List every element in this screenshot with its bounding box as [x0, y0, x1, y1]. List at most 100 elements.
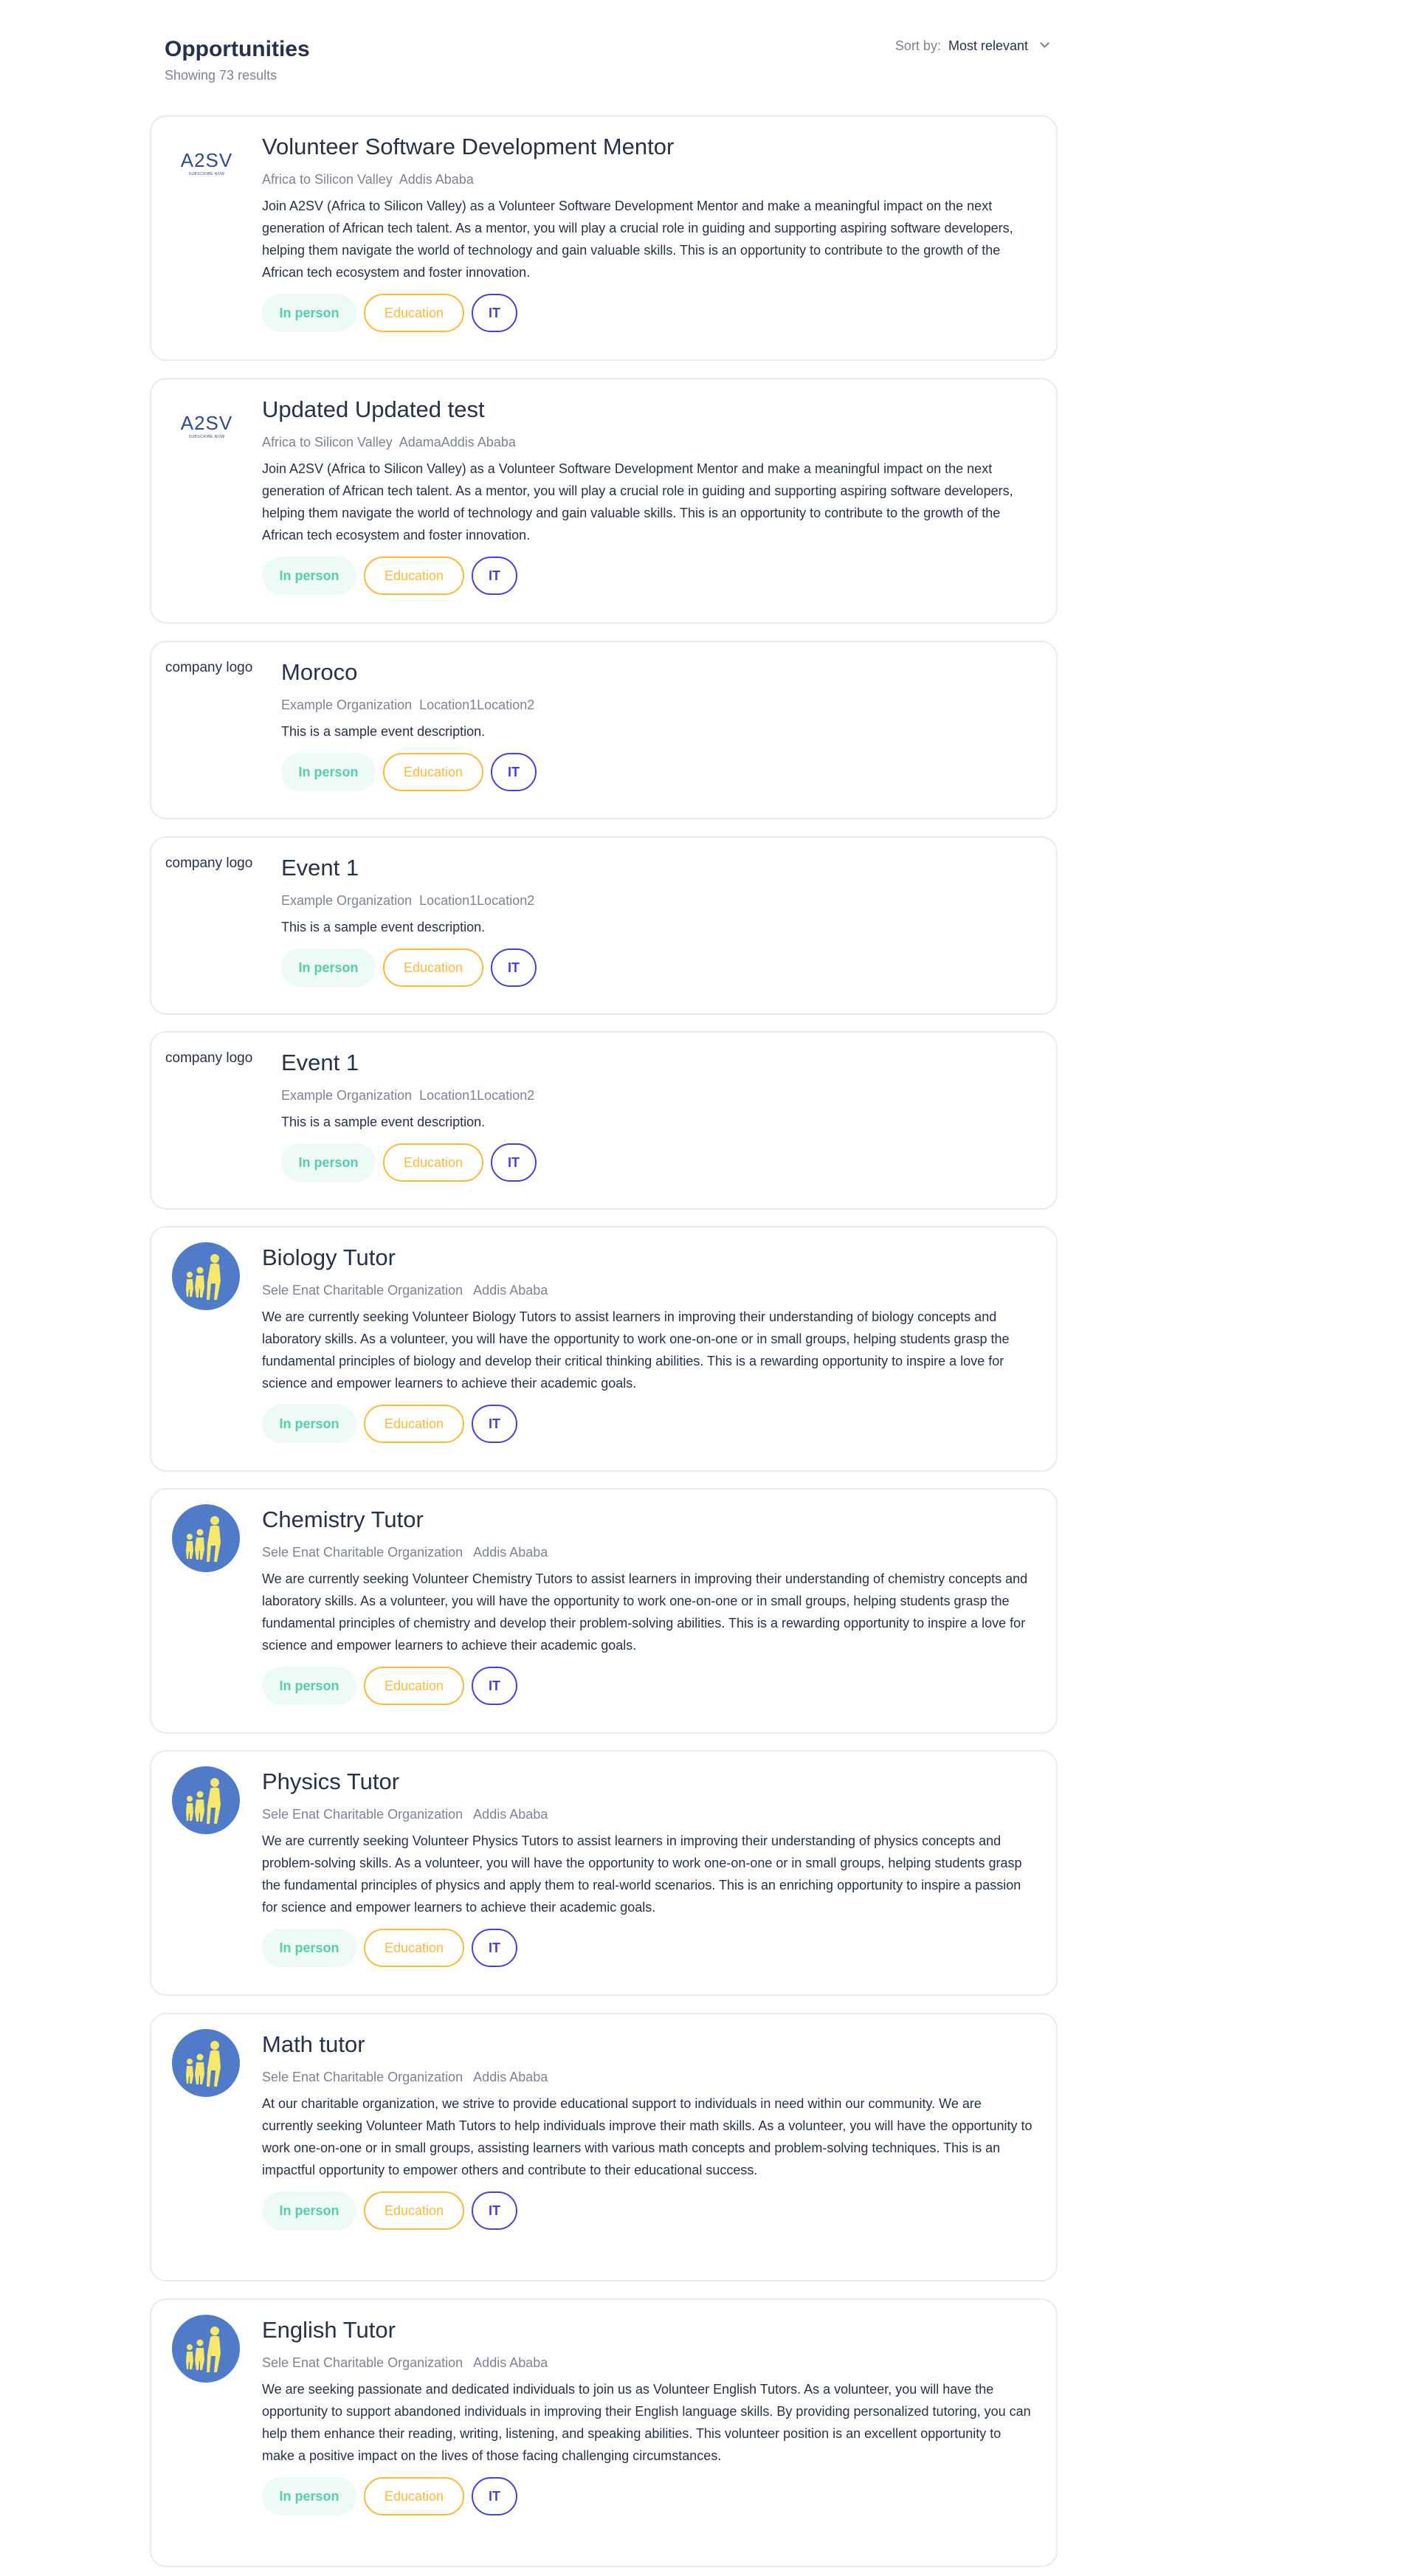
- a2sv-logo: A2SV SUBSCRIBE NOW: [181, 413, 233, 439]
- opportunity-meta: Sele Enat Charitable Organization Addis …: [262, 1807, 548, 1822]
- opportunity-title[interactable]: Volunteer Software Development Mentor: [262, 131, 1035, 162]
- opportunity-meta: Sele Enat Charitable Organization Addis …: [262, 1283, 548, 1298]
- tag-education: Education: [364, 1405, 464, 1443]
- opportunity-title[interactable]: Math tutor: [262, 2029, 1035, 2060]
- opportunity-title[interactable]: Event 1: [281, 1047, 1035, 1078]
- opportunity-title[interactable]: Moroco: [281, 657, 1035, 688]
- opportunity-card[interactable]: company logo Event 1 Example Organizatio…: [150, 836, 1058, 1015]
- opportunity-card[interactable]: Physics Tutor Sele Enat Charitable Organ…: [150, 1750, 1058, 1996]
- sele-enat-logo: [172, 2029, 240, 2097]
- tag-in-person: In person: [281, 753, 376, 791]
- sele-enat-logo: [172, 1242, 240, 1310]
- opportunity-meta: Example Organization Location1Location2: [281, 893, 535, 908]
- tag-education: Education: [364, 2191, 464, 2230]
- opportunities-page: Opportunities Showing 73 results Sort by…: [0, 0, 1417, 2576]
- opportunity-description: This is a sample event description.: [281, 1115, 486, 1129]
- sort-value[interactable]: Most relevant: [948, 35, 1028, 56]
- tag-in-person: In person: [281, 1143, 376, 1182]
- broken-image-icon: company logo: [165, 660, 253, 675]
- tag-it: IT: [472, 1667, 517, 1705]
- tag-in-person: In person: [262, 2477, 356, 2515]
- opportunity-title[interactable]: Biology Tutor: [262, 1242, 1035, 1273]
- tag-it: IT: [491, 948, 537, 987]
- tag-it: IT: [472, 2191, 517, 2230]
- tag-list: In person Education IT: [281, 948, 1035, 987]
- opportunity-meta: Example Organization Location1Location2: [281, 698, 535, 712]
- opportunity-title[interactable]: Updated Updated test: [262, 394, 1035, 425]
- opportunity-card[interactable]: English Tutor Sele Enat Charitable Organ…: [150, 2298, 1058, 2567]
- tag-list: In person Education IT: [281, 1143, 1035, 1182]
- opportunity-card[interactable]: Biology Tutor Sele Enat Charitable Organ…: [150, 1226, 1058, 1472]
- opportunity-card[interactable]: Chemistry Tutor Sele Enat Charitable Org…: [150, 1488, 1058, 1734]
- opportunity-card[interactable]: A2SV SUBSCRIBE NOW Volunteer Software De…: [150, 115, 1058, 361]
- tag-in-person: In person: [262, 1405, 356, 1443]
- a2sv-logo: A2SV SUBSCRIBE NOW: [181, 151, 233, 176]
- sele-enat-logo: [172, 2315, 240, 2383]
- opportunity-card[interactable]: Math tutor Sele Enat Charitable Organiza…: [150, 2013, 1058, 2281]
- tag-education: Education: [383, 948, 483, 987]
- sele-enat-logo: [172, 1766, 240, 1834]
- opportunity-card[interactable]: company logo Moroco Example Organization…: [150, 641, 1058, 819]
- tag-list: In person Education IT: [262, 2477, 1035, 2515]
- opportunity-description: We are currently seeking Volunteer Chemi…: [262, 1571, 1028, 1653]
- tag-it: IT: [472, 1929, 517, 1967]
- tag-list: In person Education IT: [262, 557, 1035, 595]
- tag-education: Education: [364, 2477, 464, 2515]
- opportunity-title[interactable]: Physics Tutor: [262, 1766, 1035, 1797]
- tag-in-person: In person: [262, 2191, 356, 2230]
- tag-it: IT: [472, 2477, 517, 2515]
- tag-in-person: In person: [262, 1929, 356, 1967]
- opportunity-meta: Sele Enat Charitable Organization Addis …: [262, 2070, 548, 2084]
- sort-label: Sort by:: [894, 38, 941, 53]
- tag-it: IT: [472, 294, 517, 332]
- tag-education: Education: [383, 1143, 483, 1182]
- opportunity-card[interactable]: company logo Event 1 Example Organizatio…: [150, 1031, 1058, 1210]
- tag-list: In person Education IT: [262, 1667, 1035, 1705]
- opportunity-meta: Africa to Silicon Valley AdamaAddis Abab…: [262, 435, 516, 450]
- tag-it: IT: [491, 753, 537, 791]
- opportunity-meta: Sele Enat Charitable Organization Addis …: [262, 1545, 548, 1560]
- broken-image-icon: company logo: [165, 1050, 253, 1066]
- opportunity-description: We are currently seeking Volunteer Physi…: [262, 1833, 1022, 1915]
- opportunity-title[interactable]: Event 1: [281, 853, 1035, 884]
- tag-list: In person Education IT: [262, 294, 1035, 332]
- sele-enat-logo: [172, 1504, 240, 1572]
- logo-wordmark: A2SV: [181, 151, 233, 171]
- sort-dropdown[interactable]: Sort by: Most relevant: [894, 35, 1049, 56]
- page-header: Opportunities Showing 73 results Sort by…: [165, 35, 1049, 87]
- opportunity-description: We are currently seeking Volunteer Biolo…: [262, 1309, 1010, 1391]
- broken-image-icon: company logo: [165, 855, 253, 871]
- opportunity-meta: Sele Enat Charitable Organization Addis …: [262, 2355, 548, 2370]
- logo-wordmark: A2SV: [181, 413, 233, 434]
- chevron-down-icon[interactable]: [1040, 38, 1049, 48]
- tag-it: IT: [491, 1143, 537, 1182]
- tag-education: Education: [364, 1929, 464, 1967]
- opportunity-title[interactable]: English Tutor: [262, 2315, 1035, 2346]
- tag-list: In person Education IT: [262, 1405, 1035, 1443]
- opportunity-description: This is a sample event description.: [281, 920, 486, 934]
- opportunity-meta: Africa to Silicon Valley Addis Ababa: [262, 172, 474, 187]
- opportunity-description: At our charitable organization, we striv…: [262, 2096, 1032, 2177]
- logo-tagline: SUBSCRIBE NOW: [188, 435, 224, 439]
- tag-education: Education: [364, 557, 464, 595]
- tag-list: In person Education IT: [262, 1929, 1035, 1967]
- tag-in-person: In person: [262, 294, 356, 332]
- tag-in-person: In person: [262, 1667, 356, 1705]
- tag-education: Education: [364, 294, 464, 332]
- tag-it: IT: [472, 557, 517, 595]
- opportunity-meta: Example Organization Location1Location2: [281, 1088, 535, 1103]
- tag-it: IT: [472, 1405, 517, 1443]
- opportunity-description: We are seeking passionate and dedicated …: [262, 2382, 1031, 2463]
- opportunity-card[interactable]: A2SV SUBSCRIBE NOW Updated Updated test …: [150, 378, 1058, 624]
- tag-education: Education: [364, 1667, 464, 1705]
- tag-in-person: In person: [262, 557, 356, 595]
- tag-education: Education: [383, 753, 483, 791]
- tag-list: In person Education IT: [262, 2191, 1035, 2230]
- results-count: Showing 73 results: [165, 68, 277, 83]
- opportunity-description: This is a sample event description.: [281, 724, 486, 739]
- tag-list: In person Education IT: [281, 753, 1035, 791]
- logo-tagline: SUBSCRIBE NOW: [188, 172, 224, 176]
- opportunity-title[interactable]: Chemistry Tutor: [262, 1504, 1035, 1535]
- opportunity-description: Join A2SV (Africa to Silicon Valley) as …: [262, 199, 1013, 280]
- opportunity-description: Join A2SV (Africa to Silicon Valley) as …: [262, 461, 1013, 543]
